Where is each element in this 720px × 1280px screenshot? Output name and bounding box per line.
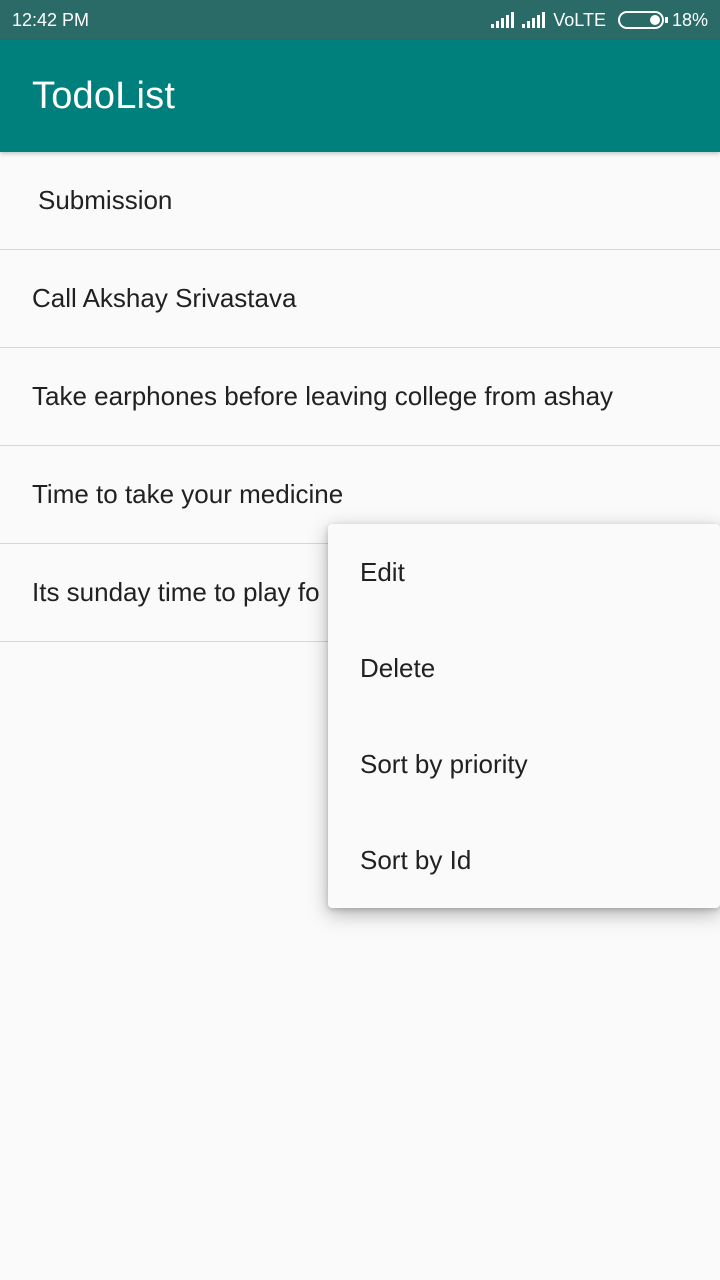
network-type: VoLTE xyxy=(553,9,606,30)
battery-percent: 18% xyxy=(671,9,708,30)
screen: 12:42 PM VoLTE 18% TodoList Submission C… xyxy=(0,0,720,1280)
status-bar: 12:42 PM VoLTE 18% xyxy=(0,0,720,40)
app-bar: TodoList xyxy=(0,40,720,152)
app-title: TodoList xyxy=(32,74,176,117)
list-item[interactable]: Call Akshay Srivastava xyxy=(0,250,720,348)
status-time: 12:42 PM xyxy=(12,9,90,30)
list-item[interactable]: Submission xyxy=(0,152,720,250)
menu-item-sort-id[interactable]: Sort by Id xyxy=(328,812,720,908)
context-menu: Edit Delete Sort by priority Sort by Id xyxy=(328,524,720,908)
menu-item-sort-priority[interactable]: Sort by priority xyxy=(328,716,720,812)
status-indicators: VoLTE 18% xyxy=(491,10,708,31)
signal-icon xyxy=(491,12,515,28)
battery-icon xyxy=(617,11,668,29)
signal-icon xyxy=(522,12,546,28)
menu-item-delete[interactable]: Delete xyxy=(328,620,720,716)
menu-item-edit[interactable]: Edit xyxy=(328,524,720,620)
list-item[interactable]: Take earphones before leaving college fr… xyxy=(0,348,720,446)
